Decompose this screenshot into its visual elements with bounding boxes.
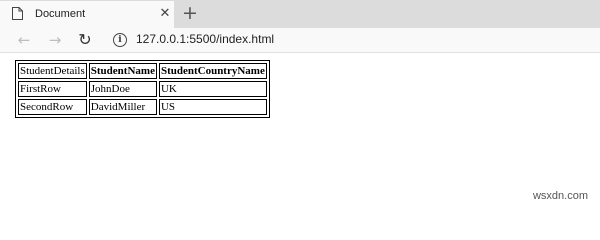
table-cell: SecondRow — [18, 99, 87, 115]
table-cell: JohnDoe — [88, 81, 157, 97]
watermark-text: wsxdn.com — [532, 190, 588, 202]
table-cell: DavidMiller — [88, 99, 157, 115]
table-cell: FirstRow — [18, 81, 87, 97]
close-icon[interactable]: ✕ — [158, 6, 172, 22]
tab-title: Document — [35, 8, 86, 20]
column-header-student-country-name: StudentCountryName — [158, 63, 267, 79]
page-content: StudentDetails StudentName StudentCountr… — [0, 53, 600, 210]
address-bar-url[interactable]: 127.0.0.1:5500/index.html — [136, 32, 274, 46]
table-header-row: StudentDetails StudentName StudentCountr… — [18, 63, 267, 79]
table-row: FirstRow JohnDoe UK — [18, 81, 267, 97]
table-row: SecondRow DavidMiller US — [18, 99, 267, 115]
document-icon — [12, 7, 23, 20]
back-arrow-icon[interactable]: ← — [14, 30, 34, 50]
table-cell: UK — [158, 81, 267, 97]
reload-icon[interactable]: ↻ — [75, 30, 95, 50]
tab-strip: Document ✕ + — [0, 0, 600, 28]
student-table: StudentDetails StudentName StudentCountr… — [15, 60, 270, 118]
forward-arrow-icon[interactable]: → — [45, 30, 65, 50]
column-header-student-name: StudentName — [88, 63, 157, 79]
table-cell: US — [158, 99, 267, 115]
tab-document[interactable]: Document ✕ — [0, 1, 174, 28]
column-header-student-details: StudentDetails — [18, 63, 87, 79]
new-tab-button[interactable]: + — [180, 3, 200, 23]
toolbar: ← → ↻ i 127.0.0.1:5500/index.html — [0, 28, 600, 52]
info-icon[interactable]: i — [113, 33, 127, 47]
